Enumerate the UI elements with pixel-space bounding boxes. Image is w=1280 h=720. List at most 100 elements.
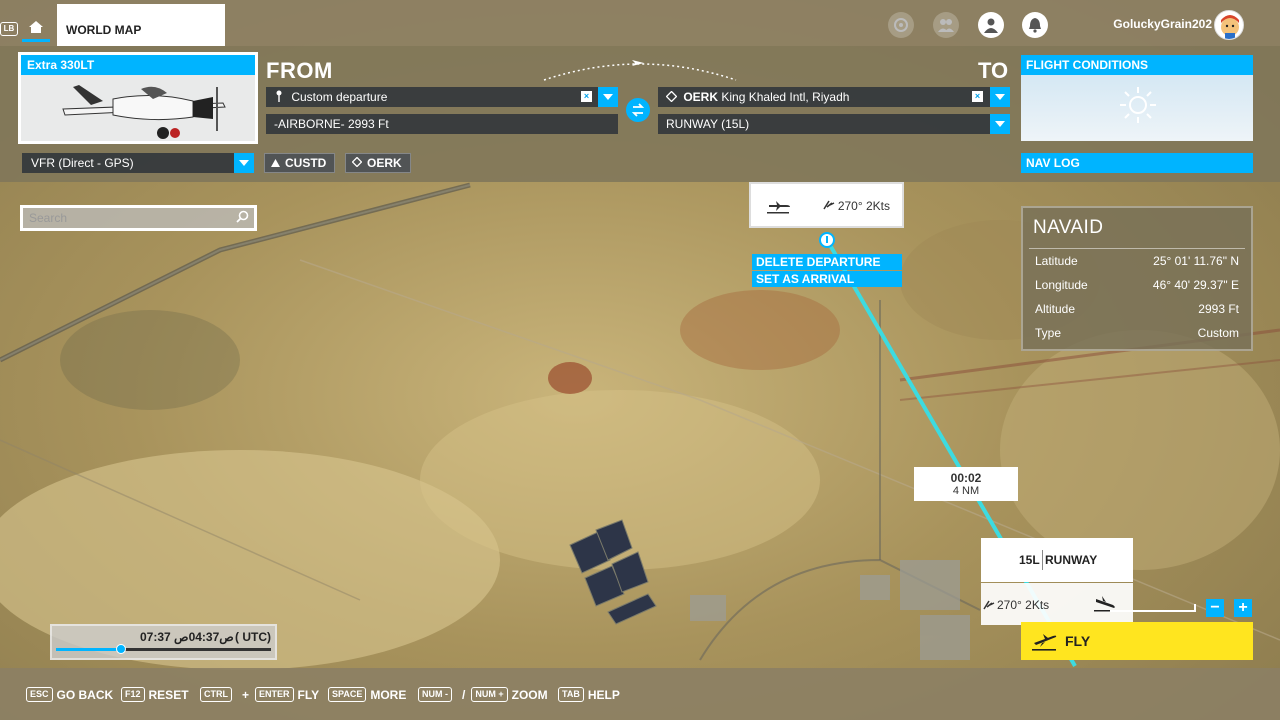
arrival-runway-field[interactable]: RUNWAY (15L) (658, 114, 990, 134)
time-slider-fill (56, 648, 121, 651)
top-bar: LB WORLD MAP GoluckyGrain202 (0, 0, 1280, 46)
departure-value: Custom departure (291, 90, 388, 104)
hotkey-label: MORE (370, 687, 407, 702)
hotkey-bar: ESC GO BACK F12 RESET CTRL + ENTER FLY SPACE M… (0, 668, 1280, 720)
navaid-row-latitude: Latitude 25° 01' 11.76" N (1035, 251, 1239, 271)
arrival-airport-name: King Khaled Intl, Riyadh (721, 90, 850, 104)
navaid-row-type: Type Custom (1035, 323, 1239, 343)
profile-icon (984, 18, 998, 33)
hotkey-label: RESET (148, 687, 189, 702)
to-title: TO (978, 58, 1009, 83)
hotkey-fly[interactable]: CTRL + ENTER FLY (200, 687, 319, 702)
avatar[interactable] (1214, 10, 1244, 40)
bell-icon (1029, 18, 1041, 33)
tab-world-map[interactable]: WORLD MAP (57, 4, 225, 46)
leg-info-label[interactable]: 00:02 4 NM (914, 467, 1018, 501)
waypoint-departure-label: CUSTD (285, 156, 327, 170)
hotkey-go-back[interactable]: ESC GO BACK (26, 687, 113, 702)
departure-dropdown-button[interactable] (598, 87, 618, 107)
delete-departure-menu-item[interactable]: DELETE DEPARTURE (752, 254, 902, 270)
chevron-down-icon (995, 94, 1005, 100)
clear-arrival-button[interactable]: × (972, 91, 983, 102)
arrival-wind-value: 270° 2Kts (997, 598, 1050, 612)
fly-button-label: FLY (1065, 633, 1091, 649)
flight-type-dropdown-button[interactable] (234, 153, 254, 173)
time-of-day-control[interactable]: 07:37 ص04:37ص ( UTC) (50, 624, 277, 660)
hotkey-reset[interactable]: F12 RESET (121, 687, 189, 702)
hotkey-label: FLY (297, 687, 320, 702)
key-hint: ESC (26, 687, 53, 702)
friends-button[interactable] (933, 12, 959, 38)
navaid-value: 2993 Ft (1198, 302, 1239, 316)
departure-waypoint-card[interactable]: 270° 2Kts (749, 182, 904, 228)
flight-type-select[interactable]: VFR (Direct - GPS) (22, 153, 254, 173)
clear-departure-button[interactable]: × (581, 91, 592, 102)
key-hint: NUM + (471, 687, 508, 702)
navaid-row-longitude: Longitude 46° 40' 29.37" E (1035, 275, 1239, 295)
arrival-dropdown-button[interactable] (990, 87, 1010, 107)
time-slider-handle[interactable] (115, 644, 126, 654)
wind-icon (823, 200, 835, 210)
from-title: FROM (266, 58, 333, 83)
aircraft-image (62, 85, 226, 139)
leg-distance: 4 NM (952, 485, 980, 497)
waypoint-chip-departure[interactable]: CUSTD (264, 153, 336, 173)
key-hint: TAB (558, 687, 584, 702)
hotkey-label: HELP (587, 687, 620, 702)
navaid-title: NAVAID (1033, 217, 1104, 238)
flight-type-value: VFR (Direct - GPS) (31, 156, 134, 170)
hotkey-more[interactable]: SPACE MORE (328, 687, 406, 702)
runway-dropdown-button[interactable] (990, 114, 1010, 134)
departure-field[interactable]: Custom departure × (266, 87, 618, 107)
swap-icon (631, 103, 645, 117)
set-as-arrival-menu-item[interactable]: SET AS ARRIVAL (752, 271, 902, 287)
key-hint: SPACE (328, 687, 367, 702)
runway-number: 15L (1019, 553, 1040, 567)
takeoff-plane-icon (1032, 634, 1057, 651)
arrival-runway-card[interactable]: 15L RUNWAY (981, 538, 1133, 582)
departure-altitude-value: -AIRBORNE- 2993 Ft (274, 117, 389, 131)
nav-log-button[interactable]: NAV LOG (1021, 153, 1253, 173)
navaid-label: Longitude (1035, 278, 1088, 292)
leg-time: 00:02 (950, 471, 982, 485)
fly-button[interactable]: FLY (1021, 622, 1253, 660)
profile-button[interactable] (978, 12, 1004, 38)
key-hint: CTRL (200, 687, 232, 702)
flight-conditions-card[interactable]: FLIGHT CONDITIONS (1021, 55, 1253, 141)
hotkey-help[interactable]: TAB HELP (558, 687, 620, 702)
notifications-button[interactable] (1022, 12, 1048, 38)
chevron-down-icon (995, 121, 1005, 127)
map-scale-bar (1110, 604, 1196, 612)
utc-label: ( UTC) (235, 630, 271, 644)
avatar-icon (1221, 15, 1239, 39)
hotkey-label: GO BACK (56, 687, 114, 702)
sun-icon (1120, 87, 1156, 123)
arrival-runway-value: RUNWAY (15L) (666, 117, 750, 131)
hotkey-label: ZOOM (511, 687, 548, 702)
time-slider-track[interactable] (56, 644, 271, 654)
navaid-value: 46° 40' 29.37" E (1152, 278, 1239, 292)
pin-icon (276, 90, 282, 102)
arrival-field[interactable]: OERK King Khaled Intl, Riyadh × (658, 87, 990, 107)
departure-plane-icon (767, 201, 790, 214)
runway-label: RUNWAY (1045, 553, 1098, 567)
local-time: 07:37 ص04:37ص (140, 630, 234, 644)
waypoint-chip-arrival[interactable]: OERK (345, 153, 411, 173)
swap-route-button[interactable] (626, 98, 650, 122)
zoom-out-button[interactable]: − (1206, 599, 1224, 617)
chevron-down-icon (603, 94, 613, 100)
key-hint: NUM - (418, 687, 452, 702)
departure-altitude-field[interactable]: -AIRBORNE- 2993 Ft (266, 114, 618, 134)
aircraft-selector[interactable]: Extra 330LT (18, 52, 258, 144)
username[interactable]: GoluckyGrain202 (1113, 17, 1212, 31)
waypoint-marker-icon[interactable] (819, 232, 835, 252)
flight-plan-panel: Extra 330LT FROM TO Custom departure × -… (0, 46, 1280, 182)
home-button[interactable] (22, 14, 50, 42)
search-icon[interactable] (236, 210, 249, 223)
activity-button[interactable] (888, 12, 914, 38)
flight-conditions-label: FLIGHT CONDITIONS (1021, 55, 1253, 75)
zoom-in-button[interactable]: + (1234, 599, 1252, 617)
map-search[interactable] (20, 205, 257, 231)
search-input[interactable] (29, 210, 229, 226)
hotkey-zoom[interactable]: NUM - / NUM + ZOOM (418, 687, 548, 702)
